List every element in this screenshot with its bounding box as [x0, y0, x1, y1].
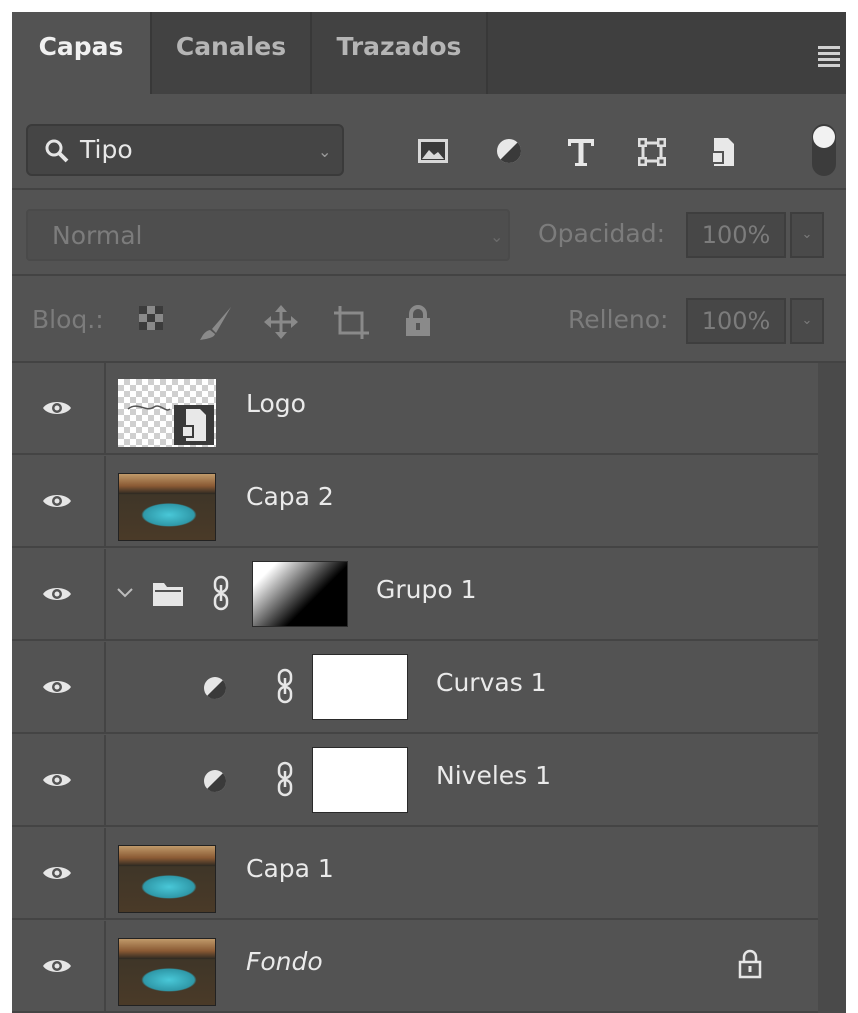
visibility-toggle[interactable] — [12, 363, 106, 453]
opacity-dropdown[interactable]: ⌄ — [790, 212, 824, 258]
adjustment-filter-icon[interactable] — [494, 136, 524, 166]
visibility-toggle[interactable] — [12, 735, 106, 825]
adjustment-layer-icon — [204, 770, 227, 793]
divider — [12, 274, 846, 276]
search-icon — [45, 139, 69, 163]
layer-thumbnail — [118, 473, 216, 541]
eye-icon — [43, 867, 71, 879]
panel-menu-icon[interactable] — [818, 46, 840, 70]
eye-icon — [43, 960, 71, 972]
layer-row[interactable]: Curvas 1 — [12, 642, 818, 734]
eye-icon — [43, 495, 71, 507]
fill-label: Relleno: — [568, 305, 669, 334]
layer-name[interactable]: Logo — [246, 389, 306, 418]
blend-mode-select[interactable]: Normal ⌄ — [26, 209, 510, 261]
layer-row[interactable]: Capa 2 — [12, 456, 818, 548]
visibility-toggle[interactable] — [12, 549, 106, 639]
lock-label: Bloq.: — [32, 305, 104, 334]
layer-name[interactable]: Curvas 1 — [436, 668, 547, 697]
eye-icon — [43, 588, 71, 600]
filter-type-select[interactable]: Tipo ⌄ — [26, 124, 344, 176]
lock-transparent-pixels-icon[interactable] — [138, 305, 164, 331]
visibility-toggle[interactable] — [12, 828, 106, 918]
scrollbar[interactable] — [818, 363, 846, 1013]
link-icon[interactable] — [212, 575, 230, 611]
layer-name[interactable]: Capa 1 — [246, 854, 334, 883]
blend-mode-value: Normal — [52, 221, 143, 250]
folder-icon — [153, 583, 183, 606]
chevron-down-icon: ⌄ — [490, 227, 504, 246]
layer-row[interactable]: Fondo — [12, 921, 818, 1013]
visibility-toggle[interactable] — [12, 642, 106, 732]
filter-toggle[interactable] — [812, 124, 836, 176]
smart-object-filter-icon[interactable] — [708, 136, 738, 168]
layer-name[interactable]: Capa 2 — [246, 482, 334, 511]
tab-trazados[interactable]: Trazados — [312, 12, 488, 94]
link-icon[interactable] — [276, 668, 294, 704]
layer-mask-thumbnail — [252, 561, 348, 627]
lock-all-icon[interactable] — [404, 305, 432, 337]
image-filter-icon[interactable] — [416, 136, 450, 166]
layer-thumbnail — [118, 379, 216, 447]
tab-canales[interactable]: Canales — [152, 12, 312, 94]
eye-icon — [43, 774, 71, 786]
opacity-input[interactable]: 100% — [686, 212, 786, 258]
eye-icon — [43, 681, 71, 693]
tab-capas[interactable]: Capas — [12, 12, 152, 94]
layer-mask-thumbnail — [312, 747, 408, 813]
layers-panel: Capas Canales Trazados Tipo ⌄ Normal ⌄ O… — [12, 12, 846, 1013]
divider — [12, 188, 846, 190]
layer-thumbnail — [118, 938, 216, 1006]
opacity-label: Opacidad: — [538, 219, 666, 248]
fill-dropdown[interactable]: ⌄ — [790, 298, 824, 344]
layer-name[interactable]: Niveles 1 — [436, 761, 551, 790]
layer-row[interactable]: Grupo 1 — [12, 549, 818, 641]
eye-icon — [43, 402, 71, 414]
fill-input[interactable]: 100% — [686, 298, 786, 344]
layer-row[interactable]: Niveles 1 — [12, 735, 818, 827]
lock-image-pixels-icon[interactable] — [198, 305, 234, 341]
lock-artboard-icon[interactable] — [334, 305, 370, 339]
layer-mask-thumbnail — [312, 654, 408, 720]
tab-bar: Capas Canales Trazados — [12, 12, 846, 94]
logo-artwork — [127, 405, 214, 445]
lock-icon[interactable] — [738, 949, 762, 979]
shape-filter-icon[interactable] — [636, 136, 668, 168]
visibility-toggle[interactable] — [12, 921, 106, 1011]
type-filter-icon[interactable] — [565, 136, 597, 168]
layer-row[interactable]: Capa 1 — [12, 828, 818, 920]
filter-type-value: Tipo — [80, 135, 133, 164]
adjustment-layer-icon — [204, 677, 227, 700]
layer-row[interactable]: Logo — [12, 363, 818, 455]
layer-name[interactable]: Grupo 1 — [376, 575, 477, 604]
chevron-down-icon: ⌄ — [318, 142, 332, 161]
visibility-toggle[interactable] — [12, 456, 106, 546]
link-icon[interactable] — [276, 761, 294, 797]
lock-position-icon[interactable] — [264, 305, 298, 339]
layer-name[interactable]: Fondo — [246, 947, 323, 976]
chevron-down-icon[interactable] — [116, 587, 134, 599]
layer-thumbnail — [118, 845, 216, 913]
